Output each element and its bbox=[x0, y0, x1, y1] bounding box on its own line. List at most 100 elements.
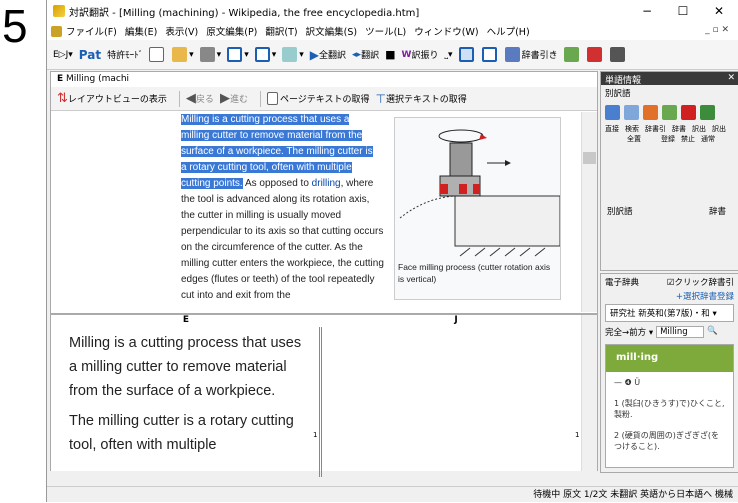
direct-icon[interactable] bbox=[605, 105, 620, 120]
close-button[interactable]: ✕ bbox=[701, 0, 737, 22]
menu-window[interactable]: ウィンドウ(W) bbox=[414, 24, 478, 38]
get-selected-text-button[interactable]: ⊤ 選択テキストの取得 bbox=[376, 92, 467, 106]
dictionary-select[interactable]: 研究社 新英和(第7版)・和 ▾ bbox=[605, 304, 734, 322]
highlight-line-1[interactable]: Milling is a cutting process that uses a bbox=[181, 114, 350, 125]
dictionary-register-icon[interactable] bbox=[662, 105, 677, 120]
stop-icon: ■ bbox=[385, 48, 396, 61]
word-info-title-text: 単語情報 bbox=[605, 76, 642, 86]
editor-scrollbar[interactable] bbox=[581, 315, 597, 471]
view-button-2[interactable] bbox=[481, 47, 499, 62]
view-button-1[interactable] bbox=[458, 47, 476, 62]
translate-button[interactable]: ◂▸ 翻訳 bbox=[352, 48, 379, 62]
icon-label: 通常 bbox=[701, 135, 715, 143]
open-button[interactable]: ▾ bbox=[172, 47, 194, 62]
back-button[interactable]: ◀ 戻る bbox=[186, 91, 214, 106]
highlight-line-3[interactable]: surface of a workpiece. The milling cutt… bbox=[181, 146, 373, 157]
selection-icon: ⊤ bbox=[375, 91, 386, 106]
binoculars-icon[interactable]: 🔍 bbox=[707, 326, 718, 338]
notes-button[interactable] bbox=[563, 47, 581, 62]
menu-tools[interactable]: ツール(L) bbox=[365, 24, 406, 38]
minimize-button[interactable]: − bbox=[629, 0, 665, 22]
dictionary-lookup-button[interactable]: 辞書引き bbox=[504, 47, 558, 62]
menu-translate[interactable]: 翻訳(T) bbox=[265, 24, 297, 38]
dictionary-entry: mill·ing — ❹ Ü 1 (製臼(ひきうす)で)ひくこと, 製粉. 2 … bbox=[605, 344, 734, 468]
menu-edit[interactable]: 編集(E) bbox=[125, 24, 157, 38]
mdi-controls[interactable]: _ ▫ ✕ bbox=[705, 25, 729, 35]
web-view: Milling is a cutting process that uses a… bbox=[51, 112, 597, 312]
search-icon[interactable] bbox=[624, 105, 639, 120]
block-icon[interactable] bbox=[681, 105, 696, 120]
print-button[interactable]: ▾ bbox=[199, 47, 221, 62]
columns-button[interactable]: ▾ bbox=[254, 47, 276, 62]
settings-button[interactable] bbox=[609, 47, 627, 62]
space-button[interactable]: ⎵▾ bbox=[444, 50, 452, 60]
scroll-thumb[interactable] bbox=[583, 152, 596, 164]
window-title: 対訳翻訳 - [Milling (machining) - Wikipedia,… bbox=[69, 7, 420, 19]
icon-label: 全置 bbox=[627, 135, 641, 143]
stop-button[interactable]: ■ bbox=[385, 48, 395, 61]
view-stack-icon bbox=[481, 47, 497, 62]
click-lookup-checkbox[interactable]: ☑クリック辞書引 bbox=[667, 276, 734, 288]
highlight-line-5[interactable]: cutting points. bbox=[181, 178, 243, 189]
get-selected-text-label: 選択テキストの取得 bbox=[385, 95, 467, 105]
direction-button[interactable]: E▷J ▾ bbox=[53, 50, 73, 60]
new-doc-button[interactable] bbox=[149, 47, 166, 62]
sense-2: 2 (硬貨の周囲の)ぎざぎざ(をつけること). bbox=[614, 431, 719, 451]
new-document-icon bbox=[149, 47, 165, 62]
patent-mode-button[interactable]: 特許ﾓｰﾄﾞ bbox=[107, 48, 143, 61]
search-input[interactable]: Milling bbox=[656, 326, 705, 338]
notes-icon bbox=[563, 47, 579, 62]
patent-label: Pat bbox=[78, 47, 102, 62]
drilling-link[interactable]: drilling bbox=[312, 178, 341, 189]
layout-view-button[interactable]: ⇅ レイアウトビューの表示 bbox=[57, 91, 167, 106]
patent-button[interactable]: Pat bbox=[79, 48, 101, 62]
font-button[interactable]: ▾ bbox=[282, 47, 304, 62]
normal-icon[interactable] bbox=[700, 105, 715, 120]
menu-help[interactable]: ヘルプ(H) bbox=[487, 24, 530, 38]
highlight-line-4[interactable]: a rotary cutting tool, often with multip… bbox=[181, 162, 352, 173]
icon-label: 検索 bbox=[625, 125, 639, 133]
column-divider[interactable] bbox=[319, 327, 322, 477]
menu-file[interactable]: ファイル(F) bbox=[66, 24, 117, 38]
layout-button[interactable]: ▾ bbox=[227, 47, 249, 62]
dictionary-name: 研究社 新英和(第7版)・和 bbox=[610, 309, 710, 319]
icon-label: 訳出 bbox=[692, 125, 706, 133]
source-sentence-1[interactable]: Milling is a cutting process that uses a… bbox=[69, 331, 309, 403]
menu-view[interactable]: 表示(V) bbox=[165, 24, 198, 38]
source-header: E bbox=[182, 315, 190, 325]
dictionary-lookup-icon[interactable] bbox=[643, 105, 658, 120]
get-page-text-button[interactable]: ページテキストの取得 bbox=[266, 92, 370, 105]
add-dict-button[interactable]: +選択辞書登録 bbox=[601, 290, 738, 302]
menu-source-edit[interactable]: 原文編集(P) bbox=[206, 24, 257, 38]
app-icon bbox=[53, 5, 65, 17]
source-sentence-2[interactable]: The milling cutter is a rotary cutting t… bbox=[69, 409, 309, 457]
document-tab[interactable]: E Milling (machi bbox=[51, 72, 597, 87]
full-translate-button[interactable]: ▶ 全翻訳 bbox=[310, 48, 346, 62]
icon-label: 直接 bbox=[605, 125, 619, 133]
highlight-line-2[interactable]: milling cutter to remove material from t… bbox=[181, 130, 363, 141]
dict-label: 辞書 bbox=[708, 207, 726, 217]
close-icon[interactable]: ✕ bbox=[727, 73, 735, 83]
folder-icon bbox=[172, 47, 188, 62]
match-mode-select[interactable]: 完全→前方 ▾ bbox=[605, 326, 653, 338]
menu-target-edit[interactable]: 訳文編集(S) bbox=[306, 24, 357, 38]
segment-marker: 1 bbox=[313, 431, 318, 439]
match-mode-value: 完全→前方 bbox=[605, 328, 647, 338]
toolbar: E▷J ▾ Pat 特許ﾓｰﾄﾞ ▾ ▾ ▾ ▾ ▾ ▶ 全翻訳 ◂▸ 翻訳 ■ W訳… bbox=[47, 40, 738, 70]
view-split-icon bbox=[458, 47, 474, 62]
status-bar: 待機中 原文 1/2文 未翻訳 英語から日本語へ 機械 bbox=[47, 486, 738, 502]
alt-words-tab[interactable]: 別訳語 bbox=[601, 85, 738, 101]
split-translate-button[interactable]: W 訳振り bbox=[402, 48, 439, 62]
maximize-button[interactable]: ☐ bbox=[665, 0, 701, 22]
source-text[interactable]: Milling is a cutting process that uses a… bbox=[69, 331, 309, 457]
forward-icon: ▶ bbox=[219, 91, 230, 106]
edict-button[interactable] bbox=[586, 47, 604, 62]
forward-button[interactable]: ▶ 進む bbox=[220, 91, 248, 106]
printer-icon bbox=[199, 47, 215, 62]
arrows-icon: ⇅ bbox=[57, 91, 68, 106]
icon-labels: 直接 検索 辞書引 辞書 訳出 訳出 bbox=[601, 124, 738, 134]
search-value: Milling bbox=[660, 327, 688, 337]
target-header: J bbox=[454, 315, 458, 325]
web-scrollbar[interactable] bbox=[581, 112, 597, 312]
image-caption: Face milling process (cutter rotation ax… bbox=[398, 262, 551, 284]
